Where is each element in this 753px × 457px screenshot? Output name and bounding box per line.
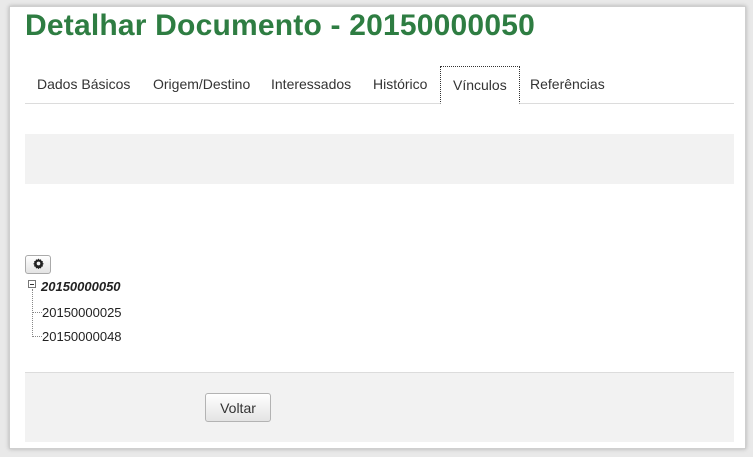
tab-interessados[interactable]: Interessados xyxy=(271,66,351,103)
info-box xyxy=(25,134,734,184)
link-tree: 20150000050 20150000025 20150000048 xyxy=(25,279,325,349)
tab-dados-basicos[interactable]: Dados Básicos xyxy=(37,66,130,103)
tab-vinculos[interactable]: Vínculos xyxy=(440,66,520,104)
collapse-icon[interactable] xyxy=(28,280,36,288)
tree-connector xyxy=(32,289,33,337)
tree-child-item[interactable]: 20150000025 xyxy=(42,305,122,320)
tab-historico[interactable]: Histórico xyxy=(373,66,427,103)
tab-bar: Dados Básicos Origem/Destino Interessado… xyxy=(25,66,734,104)
tab-referencias[interactable]: Referências xyxy=(530,66,605,103)
main-panel: Detalhar Documento - 20150000050 Dados B… xyxy=(9,6,746,449)
gear-icon xyxy=(32,257,44,272)
tree-child-item[interactable]: 20150000048 xyxy=(42,329,122,344)
page-title: Detalhar Documento - 20150000050 xyxy=(25,9,535,42)
tree-root-item[interactable]: 20150000050 xyxy=(41,279,121,294)
settings-button[interactable] xyxy=(25,255,51,274)
form-footer: Voltar xyxy=(25,372,734,442)
tree-connector xyxy=(33,336,42,337)
tab-origem-destino[interactable]: Origem/Destino xyxy=(153,66,250,103)
back-button[interactable]: Voltar xyxy=(205,393,271,422)
tree-connector xyxy=(33,312,42,313)
